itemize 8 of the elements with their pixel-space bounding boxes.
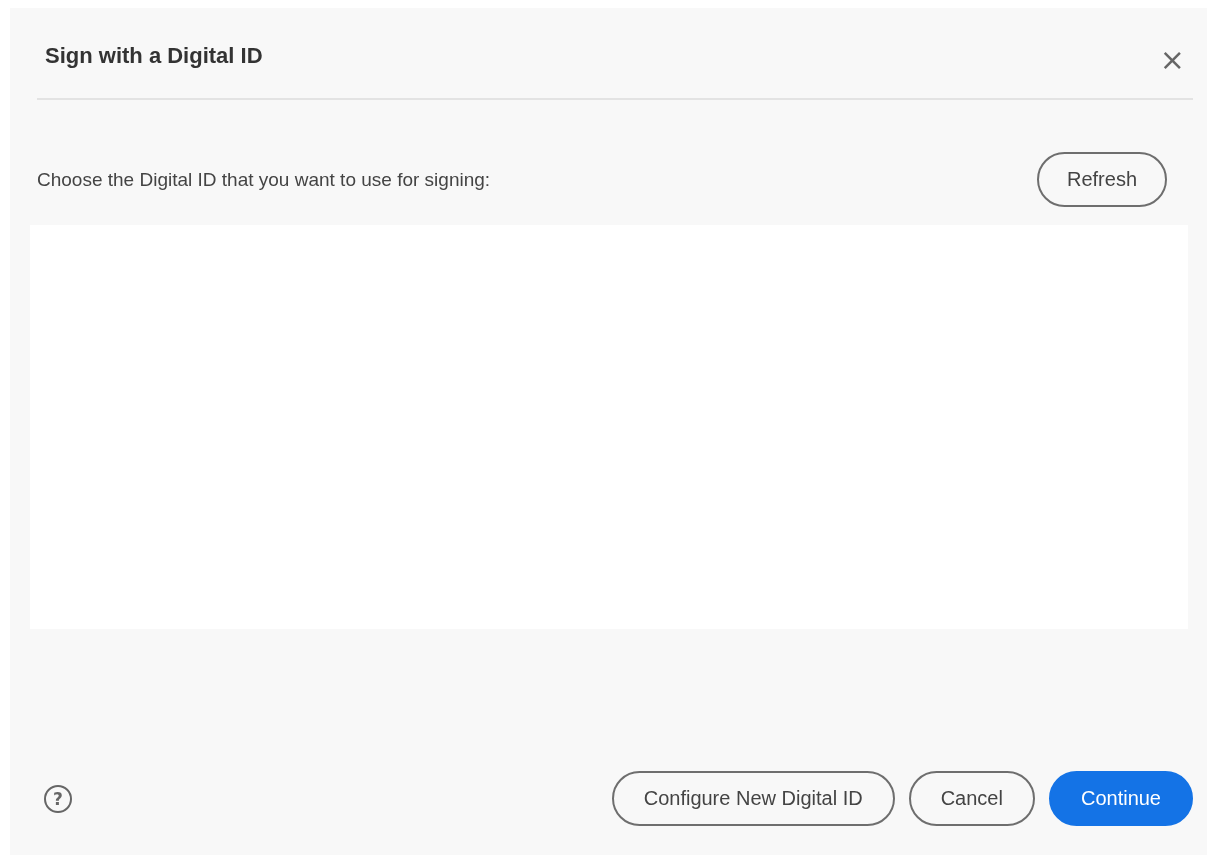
continue-button[interactable]: Continue (1048, 771, 1193, 826)
close-button[interactable]: × (1151, 45, 1193, 75)
refresh-button[interactable]: Refresh (1036, 152, 1167, 207)
footer-button[interactable]: Configure New Digital ID (611, 771, 895, 826)
dialog-title: Sign with a Digital ID (45, 43, 263, 69)
footer-button[interactable]: Cancel (908, 771, 1035, 826)
help-icon[interactable]: ? (44, 784, 72, 813)
prompt-text: Choose the Digital ID that you want to use for signing: (37, 168, 491, 191)
